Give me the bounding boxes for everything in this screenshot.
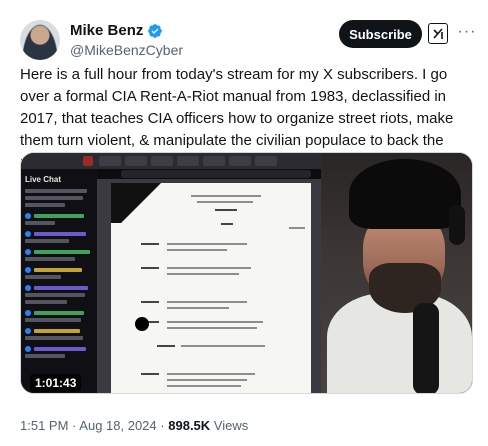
tweet-time[interactable]: 1:51 PM xyxy=(20,418,68,433)
webcam-microphone xyxy=(413,303,439,393)
chat-message xyxy=(34,286,88,290)
chat-message xyxy=(25,239,69,243)
grok-icon[interactable] xyxy=(428,23,448,44)
chat-user-icon xyxy=(25,328,31,334)
video-document-view xyxy=(97,179,321,393)
document-ink-blot xyxy=(135,317,149,331)
chat-message xyxy=(25,300,67,304)
chat-user-icon xyxy=(25,267,31,273)
document-text-line xyxy=(215,209,237,211)
video-webcam-feed xyxy=(321,153,472,393)
document-text-line xyxy=(141,243,159,245)
chat-message xyxy=(25,196,83,200)
chat-message xyxy=(25,336,83,340)
chat-message xyxy=(25,354,65,358)
browser-tab-icon xyxy=(177,156,199,166)
chat-user-icon xyxy=(25,231,31,237)
chat-user-icon xyxy=(25,310,31,316)
author-handle[interactable]: @MikeBenzCyber xyxy=(70,41,183,59)
author-block: Mike Benz @MikeBenzCyber xyxy=(70,22,183,59)
views-label: Views xyxy=(213,418,249,433)
document-text-line xyxy=(167,327,257,329)
chat-user-icon xyxy=(25,249,31,255)
chat-user-icon xyxy=(25,213,31,219)
chat-user-icon xyxy=(25,285,31,291)
views-count: 898.5K xyxy=(168,418,211,433)
document-text-line xyxy=(157,345,175,347)
chat-message xyxy=(25,275,61,279)
browser-tab-icon xyxy=(203,156,225,166)
live-chat-title: Live Chat xyxy=(25,175,62,184)
document-scan-shadow xyxy=(111,183,181,223)
video-duration-badge: 1:01:43 xyxy=(30,374,82,392)
document-text-line xyxy=(141,301,159,303)
document-text-line xyxy=(141,267,159,269)
browser-tab-icon xyxy=(99,156,121,166)
chat-message xyxy=(25,221,55,225)
author-name-row[interactable]: Mike Benz xyxy=(70,22,183,40)
document-text-line xyxy=(167,307,229,309)
document-text-line xyxy=(181,345,265,347)
chat-message xyxy=(25,203,65,207)
chat-message xyxy=(25,293,85,297)
chat-message xyxy=(25,257,75,261)
chat-message xyxy=(34,329,80,333)
document-text-line xyxy=(167,321,263,323)
avatar[interactable] xyxy=(20,20,60,60)
document-text-line xyxy=(167,379,247,381)
verified-badge-icon xyxy=(148,24,163,38)
chat-message xyxy=(34,232,86,236)
chat-message xyxy=(25,189,87,193)
document-text-line xyxy=(167,267,251,269)
video-player[interactable]: Live Chat xyxy=(20,152,473,394)
chat-message xyxy=(34,268,82,272)
tweet-meta: 1:51 PM · Aug 18, 2024 · 898.5K Views xyxy=(20,418,248,434)
document-text-line xyxy=(167,273,239,275)
chat-message xyxy=(34,250,90,254)
browser-tab-icon xyxy=(255,156,277,166)
document-text-line xyxy=(191,195,261,197)
video-browser-bar xyxy=(21,153,321,169)
document-text-line xyxy=(167,373,255,375)
chat-user-icon xyxy=(25,346,31,352)
grok-glyph-icon xyxy=(433,28,443,39)
document-text-line xyxy=(167,385,241,387)
webcam-hat xyxy=(349,159,461,229)
document-text-line xyxy=(197,201,253,203)
webcam-headphone xyxy=(449,205,465,245)
browser-tab-icon xyxy=(151,156,173,166)
document-text-line xyxy=(141,373,159,375)
document-text-line xyxy=(167,249,227,251)
browser-tab-icon xyxy=(125,156,147,166)
chat-message xyxy=(34,214,84,218)
tweet-card: Mike Benz @MikeBenzCyber Subscribe ··· H… xyxy=(0,0,488,446)
tweet-date[interactable]: Aug 18, 2024 xyxy=(79,418,156,433)
document-text-line xyxy=(221,223,233,225)
video-document-page xyxy=(111,183,311,393)
author-name[interactable]: Mike Benz xyxy=(70,22,143,40)
browser-tab-icon xyxy=(229,156,251,166)
chat-message xyxy=(34,347,86,351)
browser-tab-icon xyxy=(83,156,93,166)
video-address-bar xyxy=(121,170,311,178)
document-text-line xyxy=(167,301,247,303)
document-text-line xyxy=(289,227,305,229)
subscribe-button[interactable]: Subscribe xyxy=(339,20,422,48)
more-options-icon[interactable]: ··· xyxy=(457,22,477,42)
document-text-line xyxy=(167,243,247,245)
chat-message xyxy=(34,311,84,315)
meta-separator: · xyxy=(72,418,77,433)
video-live-chat-panel: Live Chat xyxy=(21,169,97,393)
chat-message xyxy=(25,318,81,322)
meta-separator: · xyxy=(160,418,165,433)
